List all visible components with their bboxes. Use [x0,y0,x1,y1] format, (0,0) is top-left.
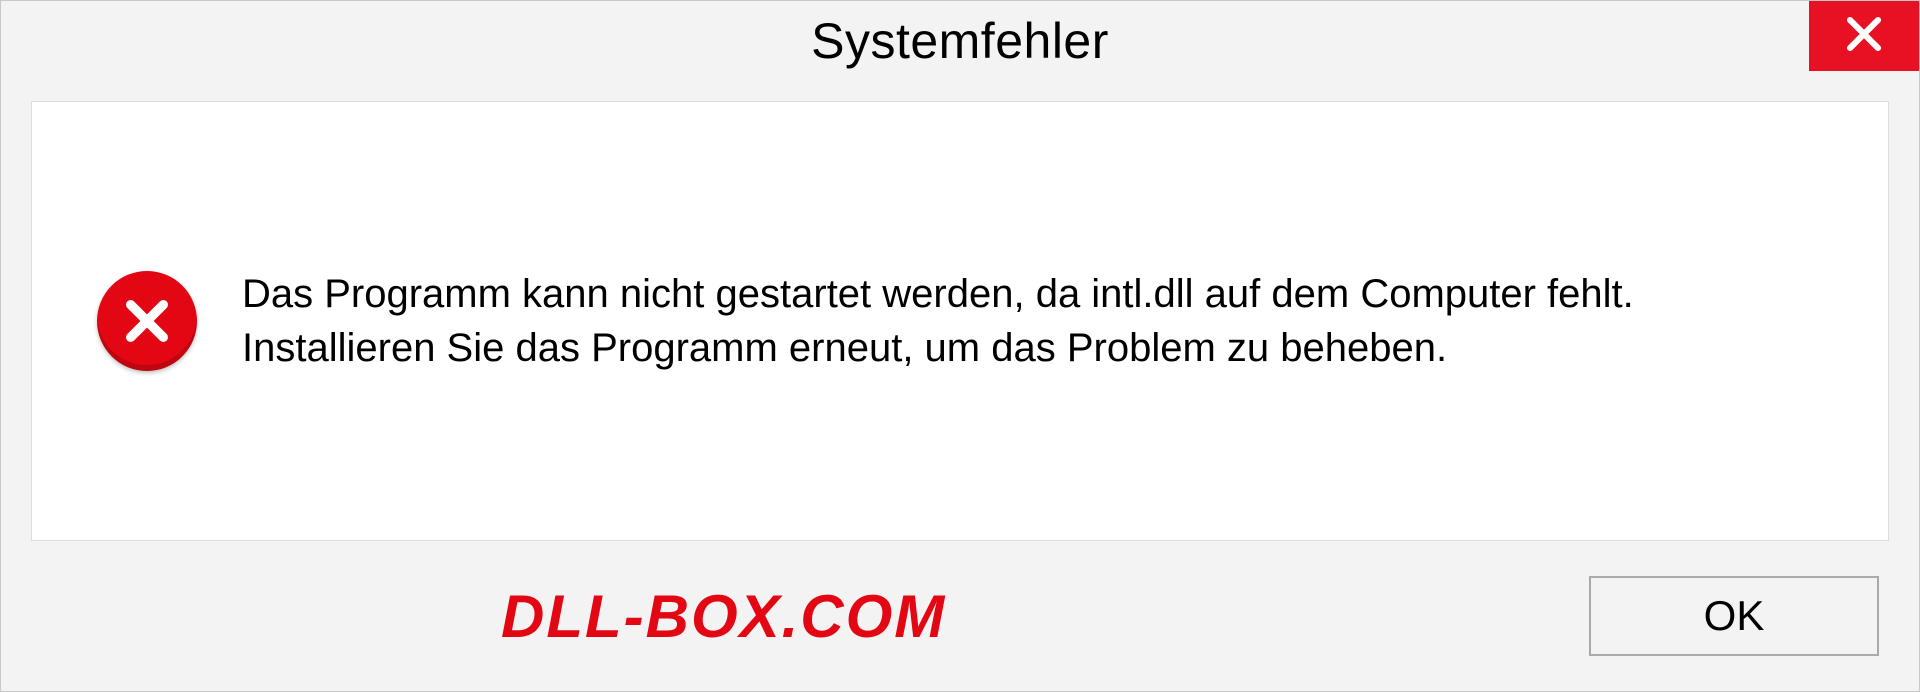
dialog-title: Systemfehler [811,12,1109,70]
ok-button[interactable]: OK [1589,576,1879,656]
error-icon [92,266,202,376]
close-icon [1843,13,1885,60]
watermark-text: DLL-BOX.COM [501,582,946,651]
error-message: Das Programm kann nicht gestartet werden… [242,267,1762,375]
error-dialog: Systemfehler Das Programm kann nicht ges… [0,0,1920,692]
content-panel: Das Programm kann nicht gestartet werden… [31,101,1889,541]
title-bar: Systemfehler [1,1,1919,81]
close-button[interactable] [1809,1,1919,71]
footer-bar: DLL-BOX.COM OK [1,541,1919,691]
